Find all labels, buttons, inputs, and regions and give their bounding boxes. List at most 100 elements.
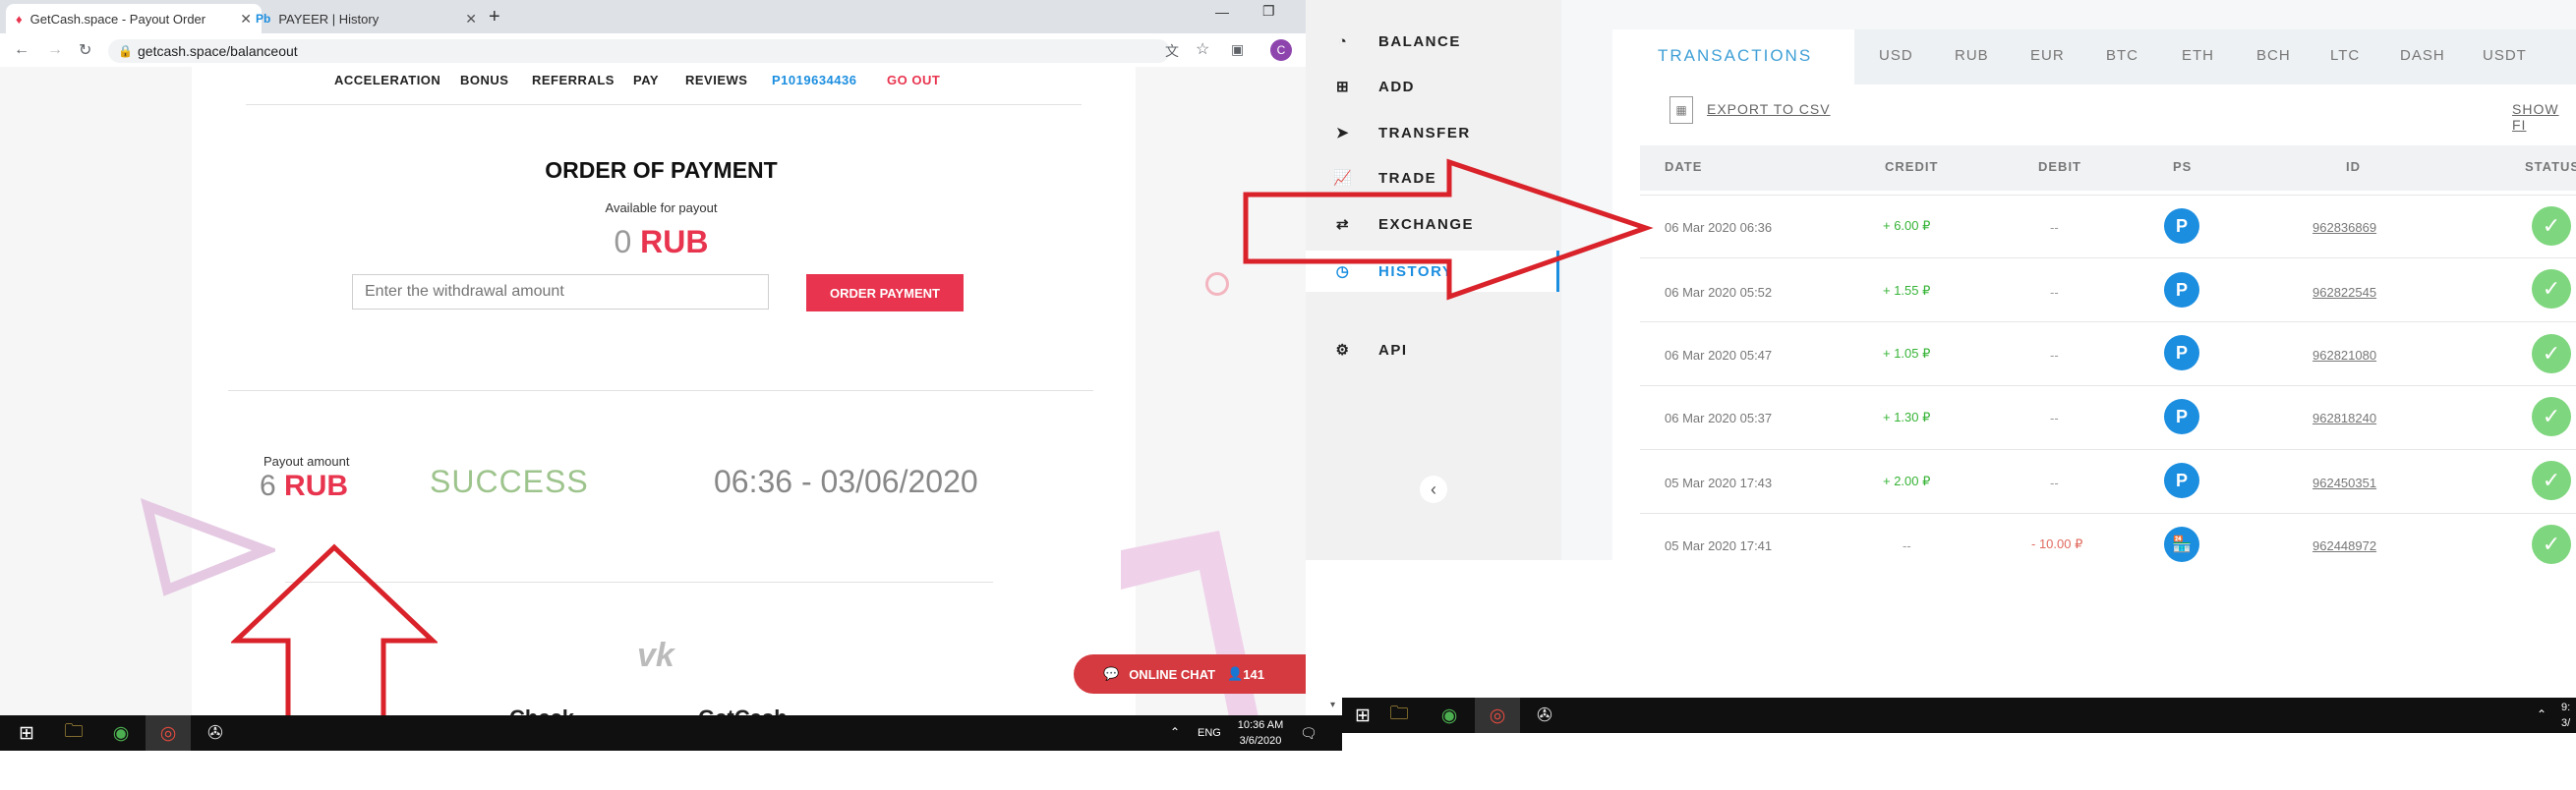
table-header [1640, 145, 2576, 191]
tab-getcash[interactable]: ♦ GetCash.space - Payout Order ✕ [6, 4, 262, 33]
tab-usdt[interactable]: USDT [2483, 47, 2527, 64]
tray-chevron-icon[interactable]: ⌃ [2537, 707, 2547, 721]
clock[interactable]: 10:36 AM 3/6/2020 [1231, 717, 1290, 749]
table-row[interactable] [1640, 449, 2576, 513]
tab-eur[interactable]: EUR [2030, 47, 2065, 64]
file-explorer-icon[interactable]: 🗀 [51, 715, 96, 751]
row-debit: -- [2050, 348, 2059, 363]
url-field[interactable]: 🔒 getcash.space/balanceout [108, 39, 1170, 63]
forward-icon[interactable]: → [47, 41, 63, 59]
file-explorer-icon[interactable]: 🗀 [1376, 698, 1422, 733]
show-filter-link[interactable]: SHOW FI [2512, 101, 2576, 133]
nav-logout[interactable]: GO OUT [887, 73, 940, 87]
tab-eth[interactable]: ETH [2182, 47, 2214, 64]
row-credit: + 1.05 ₽ [1883, 346, 1931, 361]
sidebar-label: API [1378, 341, 1408, 359]
success-check-icon: ✓ [2532, 269, 2571, 309]
nav-referrals[interactable]: REFERRALS [532, 73, 615, 87]
row-debit: -- [2050, 220, 2059, 235]
row-id[interactable]: 962818240 [2313, 411, 2376, 425]
tab-btc[interactable]: BTC [2106, 47, 2138, 64]
sidebar-label: BALANCE [1378, 32, 1461, 50]
export-csv-link[interactable]: EXPORT TO CSV [1707, 101, 1831, 117]
chat-bubble-icon: 💬 [1103, 666, 1120, 681]
back-icon[interactable]: ← [14, 41, 29, 59]
shop-ps-icon: 🏪 [2164, 527, 2199, 562]
collapse-sidebar-button[interactable]: ‹ [1420, 476, 1447, 503]
payeer-ps-icon: P [2164, 463, 2199, 498]
payeer-ps-icon: P [2164, 399, 2199, 434]
tab-dash[interactable]: DASH [2400, 47, 2445, 64]
clock-time: 9: [2561, 702, 2571, 713]
app-icon[interactable]: ✇ [1522, 698, 1567, 733]
paper-plane-icon: ➤ [1335, 125, 1351, 141]
table-row[interactable] [1640, 321, 2576, 385]
tab-payeer[interactable]: Pb PAYEER | History ✕ [246, 4, 487, 33]
close-icon[interactable]: ✕ [465, 11, 477, 28]
windows-start-icon[interactable]: ⊞ [4, 715, 49, 751]
online-chat-button[interactable]: 💬 ONLINE CHAT 👤 141 [1074, 654, 1306, 694]
col-debit: DEBIT [2038, 159, 2081, 174]
language-indicator[interactable]: ENG [1198, 727, 1221, 739]
plus-square-icon: ⊞ [1335, 79, 1351, 95]
tab-rub[interactable]: RUB [1955, 47, 1989, 64]
row-date: 06 Mar 2020 05:47 [1665, 348, 1773, 363]
profile-avatar[interactable]: C [1270, 39, 1292, 61]
tab-ltc[interactable]: LTC [2330, 47, 2360, 64]
row-id[interactable]: 962821080 [2313, 348, 2376, 363]
row-id[interactable]: 962836869 [2313, 220, 2376, 235]
tray-chevron-icon[interactable]: ⌃ [1170, 725, 1180, 739]
row-id[interactable]: 962450351 [2313, 476, 2376, 490]
translate-icon[interactable]: 文 [1165, 41, 1179, 61]
row-date: 06 Mar 2020 06:36 [1665, 220, 1773, 235]
sidebar-item-balance[interactable]: ◔ BALANCE [1333, 27, 1461, 56]
nav-account-id[interactable]: P1019634436 [772, 73, 856, 87]
sidebar-item-add[interactable]: ⊞ ADD [1333, 72, 1415, 101]
col-credit: CREDIT [1885, 159, 1939, 174]
left-screen: ♦ GetCash.space - Payout Order ✕ Pb PAYE… [0, 0, 1342, 755]
reload-icon[interactable]: ↻ [79, 40, 91, 60]
row-id[interactable]: 962448972 [2313, 538, 2376, 553]
payeer-ps-icon: P [2164, 335, 2199, 370]
footer-partial-1: Check [509, 705, 574, 715]
col-status: STATUS [2525, 159, 2576, 174]
vk-icon[interactable]: vk [637, 637, 674, 675]
divider [228, 390, 1093, 391]
ruby-icon: ♦ [16, 11, 23, 27]
maximize-icon[interactable]: ❐ [1262, 3, 1275, 20]
success-check-icon: ✓ [2532, 461, 2571, 500]
nav-reviews[interactable]: REVIEWS [685, 73, 747, 87]
scroll-down-icon[interactable]: ▾ [1330, 700, 1335, 710]
notification-icon[interactable]: 🗨 [1300, 725, 1317, 742]
sidebar-item-api[interactable]: ⚙ API [1333, 335, 1408, 365]
app-icon[interactable]: ◉ [98, 715, 144, 751]
tab-transactions[interactable]: TRANSACTIONS [1658, 46, 1812, 66]
extension-icon[interactable]: ▣ [1231, 41, 1244, 58]
table-row[interactable] [1640, 195, 2576, 258]
nav-acceleration[interactable]: ACCELERATION [334, 73, 440, 87]
app-icon[interactable]: ◉ [1427, 698, 1472, 733]
payout-currency: RUB [284, 470, 349, 502]
new-tab-button[interactable]: + [489, 6, 500, 28]
row-id[interactable]: 962822545 [2313, 285, 2376, 300]
row-debit: - 10.00 ₽ [2031, 536, 2083, 551]
tab-usd[interactable]: USD [1879, 47, 1913, 64]
nav-bonus[interactable]: BONUS [460, 73, 508, 87]
table-row[interactable] [1640, 385, 2576, 449]
footer-partial-2: GetCash [698, 705, 787, 715]
chrome-icon[interactable]: ◎ [1475, 698, 1520, 733]
chrome-icon[interactable]: ◎ [146, 715, 191, 751]
page-gutter-left [0, 67, 192, 715]
sidebar-item-transfer[interactable]: ➤ TRANSFER [1333, 118, 1471, 147]
clock-partial[interactable]: 9: 3/ [2561, 700, 2576, 731]
minimize-icon[interactable]: — [1215, 4, 1229, 20]
tab-bch[interactable]: BCH [2256, 47, 2291, 64]
withdrawal-amount-input[interactable] [352, 274, 769, 310]
nav-pay[interactable]: PAY [633, 73, 659, 87]
app-icon[interactable]: ✇ [193, 715, 238, 751]
star-icon[interactable]: ☆ [1196, 39, 1209, 59]
success-check-icon: ✓ [2532, 397, 2571, 436]
order-payment-button[interactable]: ORDER PAYMENT [806, 274, 964, 311]
table-row[interactable] [1640, 513, 2576, 561]
table-row[interactable] [1640, 257, 2576, 321]
